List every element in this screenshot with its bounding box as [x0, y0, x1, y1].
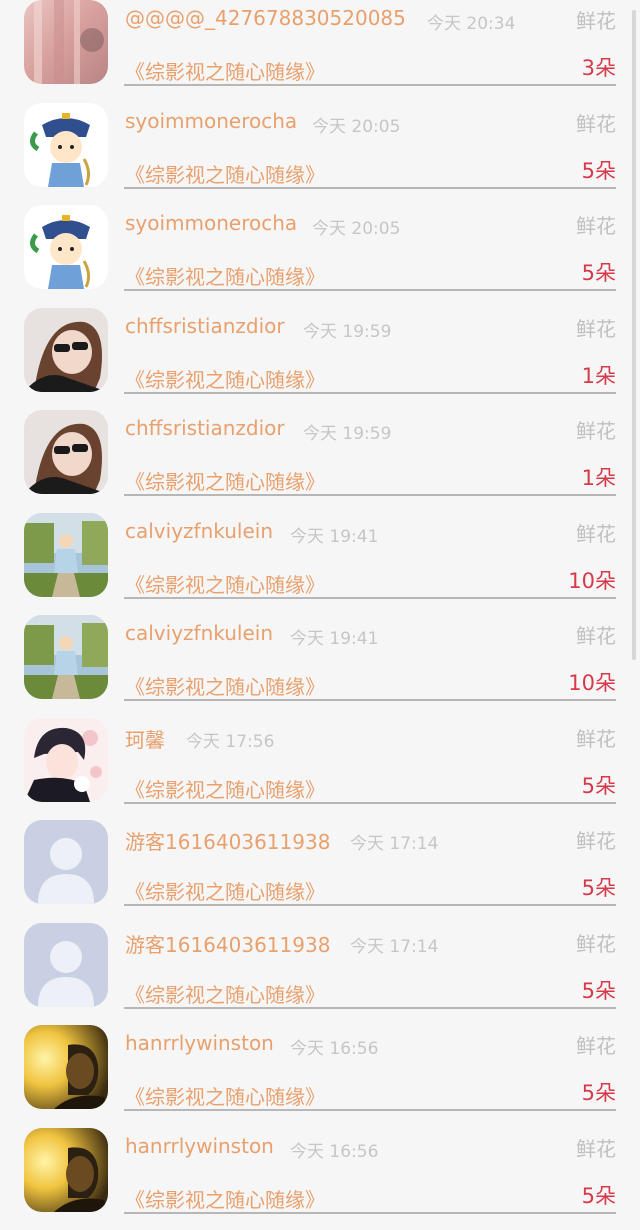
row-divider: [124, 392, 616, 394]
timestamp: 今天 17:14: [350, 829, 438, 854]
gift-record-row[interactable]: chffsristianzdior 今天 19:59 鲜花《综影视之随心随缘》 1朵: [0, 410, 640, 513]
flower-count: 5朵: [582, 1180, 616, 1210]
gift-record-row[interactable]: 珂馨今天 17:56 鲜花《综影视之随心随缘》 5朵: [0, 718, 640, 821]
book-title-link[interactable]: 《综影视之随心随缘》: [125, 876, 325, 905]
book-title-link[interactable]: 《综影视之随心随缘》: [125, 56, 325, 85]
gift-type-label: 鲜花: [576, 518, 616, 547]
avatar[interactable]: [24, 718, 108, 802]
avatar[interactable]: [24, 205, 108, 289]
book-title-link[interactable]: 《综影视之随心随缘》: [125, 979, 325, 1008]
gift-record-row[interactable]: syoimmonerocha 今天 20:05 鲜花《综影视之随心随缘》 5朵: [0, 205, 640, 308]
avatar[interactable]: [24, 410, 108, 494]
user-name[interactable]: chffsristianzdior: [125, 314, 285, 338]
book-title-link[interactable]: 《综影视之随心随缘》: [125, 1184, 325, 1213]
user-name[interactable]: hanrrlywinston: [125, 1134, 274, 1158]
gift-type-label: 鲜花: [576, 825, 616, 854]
timestamp: 今天 19:41: [290, 624, 378, 649]
flower-count: 5朵: [582, 975, 616, 1005]
gift-record-row[interactable]: calviyzfnkulein 今天 19:41 鲜花《综影视之随心随缘》 10朵: [0, 513, 640, 616]
user-name[interactable]: calviyzfnkulein: [125, 621, 273, 645]
gift-record-row[interactable]: 游客1616403611938 今天 17:14 鲜花《综影视之随心随缘》 5朵: [0, 923, 640, 1026]
avatar[interactable]: [24, 103, 108, 187]
timestamp: 今天 20:34: [427, 9, 515, 34]
book-title-link[interactable]: 《综影视之随心随缘》: [125, 466, 325, 495]
row-divider: [124, 904, 616, 906]
row-divider: [124, 802, 616, 804]
timestamp: 今天 20:05: [312, 112, 400, 137]
gift-record-row[interactable]: calviyzfnkulein 今天 19:41 鲜花《综影视之随心随缘》 10朵: [0, 615, 640, 718]
avatar[interactable]: [24, 923, 108, 1007]
flower-count: 1朵: [582, 360, 616, 390]
timestamp: 今天 17:14: [350, 932, 438, 957]
book-title-link[interactable]: 《综影视之随心随缘》: [125, 671, 325, 700]
gift-type-label: 鲜花: [576, 1133, 616, 1162]
gift-type-label: 鲜花: [576, 620, 616, 649]
row-divider: [124, 1007, 616, 1009]
flower-count: 10朵: [568, 667, 616, 697]
gift-record-row[interactable]: chffsristianzdior 今天 19:59 鲜花《综影视之随心随缘》 1朵: [0, 308, 640, 411]
user-name[interactable]: @@@@_427678830520085: [125, 6, 406, 30]
gift-record-row[interactable]: hanrrlywinston 今天 16:56 鲜花《综影视之随心随缘》 5朵: [0, 1128, 640, 1230]
avatar[interactable]: [24, 820, 108, 904]
flower-count: 1朵: [582, 462, 616, 492]
timestamp: 今天 16:56: [290, 1034, 378, 1059]
gift-type-label: 鲜花: [576, 313, 616, 342]
user-name[interactable]: hanrrlywinston: [125, 1031, 274, 1055]
book-title-link[interactable]: 《综影视之随心随缘》: [125, 1081, 325, 1110]
timestamp: 今天 17:56: [186, 727, 274, 752]
avatar[interactable]: [24, 513, 108, 597]
timestamp: 今天 19:41: [290, 522, 378, 547]
user-name[interactable]: 游客1616403611938: [125, 929, 330, 958]
row-divider: [124, 597, 616, 599]
user-name[interactable]: syoimmonerocha: [125, 109, 297, 133]
user-name[interactable]: calviyzfnkulein: [125, 519, 273, 543]
gift-record-row[interactable]: syoimmonerocha 今天 20:05 鲜花《综影视之随心随缘》 5朵: [0, 103, 640, 206]
flower-count: 5朵: [582, 155, 616, 185]
timestamp: 今天 20:05: [312, 214, 400, 239]
row-divider: [124, 84, 616, 86]
avatar[interactable]: [24, 615, 108, 699]
flower-count: 5朵: [582, 770, 616, 800]
flower-count: 3朵: [582, 52, 616, 82]
user-name[interactable]: chffsristianzdior: [125, 416, 285, 440]
timestamp: 今天 16:56: [290, 1137, 378, 1162]
row-divider: [124, 289, 616, 291]
gift-record-row[interactable]: hanrrlywinston 今天 16:56 鲜花《综影视之随心随缘》 5朵: [0, 1025, 640, 1128]
book-title-link[interactable]: 《综影视之随心随缘》: [125, 261, 325, 290]
scrollbar[interactable]: [632, 10, 636, 660]
avatar[interactable]: [24, 1128, 108, 1212]
book-title-link[interactable]: 《综影视之随心随缘》: [125, 569, 325, 598]
avatar[interactable]: [24, 0, 108, 84]
avatar[interactable]: [24, 308, 108, 392]
gift-type-label: 鲜花: [576, 5, 616, 34]
user-name[interactable]: 珂馨: [125, 724, 165, 753]
row-divider: [124, 1212, 616, 1214]
timestamp: 今天 19:59: [303, 419, 391, 444]
book-title-link[interactable]: 《综影视之随心随缘》: [125, 159, 325, 188]
gift-type-label: 鲜花: [576, 210, 616, 239]
gift-record-row[interactable]: @@@@_427678830520085 今天 20:34 鲜花《综影视之随心随缘》…: [0, 0, 640, 103]
gift-type-label: 鲜花: [576, 928, 616, 957]
flower-count: 5朵: [582, 257, 616, 287]
user-name[interactable]: syoimmonerocha: [125, 211, 297, 235]
row-divider: [124, 1109, 616, 1111]
flower-count: 5朵: [582, 872, 616, 902]
gift-type-label: 鲜花: [576, 1030, 616, 1059]
user-name[interactable]: 游客1616403611938: [125, 826, 330, 855]
gift-type-label: 鲜花: [576, 415, 616, 444]
avatar[interactable]: [24, 1025, 108, 1109]
row-divider: [124, 699, 616, 701]
gift-type-label: 鲜花: [576, 723, 616, 752]
row-divider: [124, 187, 616, 189]
gift-type-label: 鲜花: [576, 108, 616, 137]
flower-count: 10朵: [568, 565, 616, 595]
flower-count: 5朵: [582, 1077, 616, 1107]
book-title-link[interactable]: 《综影视之随心随缘》: [125, 774, 325, 803]
book-title-link[interactable]: 《综影视之随心随缘》: [125, 364, 325, 393]
row-divider: [124, 494, 616, 496]
gift-record-row[interactable]: 游客1616403611938 今天 17:14 鲜花《综影视之随心随缘》 5朵: [0, 820, 640, 923]
timestamp: 今天 19:59: [303, 317, 391, 342]
